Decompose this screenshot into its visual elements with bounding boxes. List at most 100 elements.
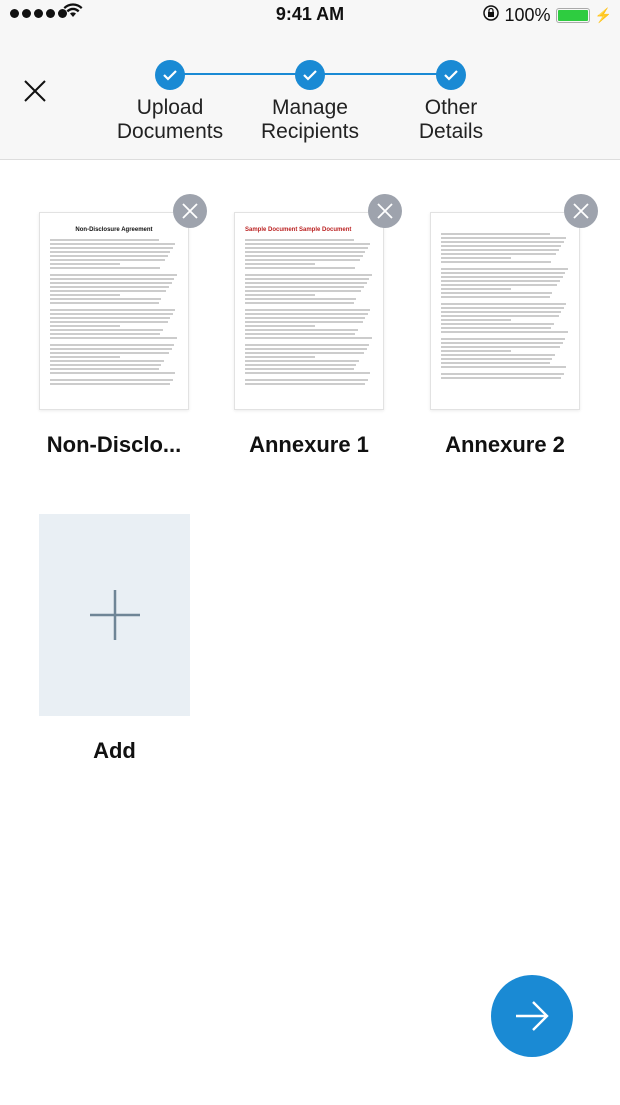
thumbnail-text-line [245,259,361,261]
step-manage-recipients[interactable]: Manage Recipients [240,60,380,144]
thumbnail-text-line [441,249,559,251]
thumbnail-text-line [245,352,365,354]
thumbnail-text-line [50,259,166,261]
thumbnail-text-line [50,313,173,315]
thumbnail-text-line [245,263,316,265]
thumbnail-text-line [441,315,559,317]
step-upload-documents[interactable]: Upload Documents [100,60,240,144]
thumbnail-text-line [50,239,159,241]
thumbnail-text-line [245,344,370,346]
thumbnail-text-line [245,329,358,331]
thumbnail-text-line [50,302,159,304]
thumbnail-text-line [245,282,367,284]
thumbnail-text-line [245,356,316,358]
rotation-lock-icon [482,4,500,27]
thumbnail-text-line [50,379,173,381]
thumbnail-text-line [50,329,163,331]
thumbnail-text-line [50,247,173,249]
thumbnail-text-line [245,247,368,249]
thumbnail-text-line [441,346,561,348]
document-thumbnail[interactable] [430,212,580,410]
thumbnail-text-line [245,348,367,350]
remove-document-button[interactable] [173,194,207,228]
thumbnail-text-line [245,364,357,366]
document-name: Annexure 2 [445,432,565,457]
thumbnail-text-line [50,278,175,280]
step-label: Details [418,120,484,143]
document-name: Non-Disclo... [46,432,182,457]
document-item[interactable]: Annexure 2 [430,194,598,458]
thumbnail-text-line [50,309,176,311]
thumbnail-text-line [245,294,316,296]
thumbnail-text-line [50,368,159,370]
document-item[interactable]: Sample Document Sample Document Annexure… [234,194,402,458]
thumbnail-text-line [50,344,175,346]
thumbnail-text-line [441,307,564,309]
arrow-right-icon [516,1001,549,1031]
thumbnail-text-line [245,309,371,311]
thumbnail-text-line [245,298,357,300]
thumbnail-text-line [441,245,562,247]
thumbnail-text-line [441,268,568,270]
thumbnail-text-line [245,278,370,280]
battery-percent: 100% [504,5,551,25]
close-icon [24,80,46,102]
thumbnail-text-line [50,317,171,319]
thumbnail-text-line [50,255,168,257]
thumbnail-text-line [441,284,558,286]
thumbnail-text-line [50,290,167,292]
thumbnail-text-line [50,251,171,253]
thumbnail-text-line [441,327,552,329]
thumbnail-text-line [441,241,564,243]
thumbnail-title: Sample Document Sample Document [245,227,352,233]
step-label: Manage [272,96,348,119]
charging-icon: ⚡ [594,7,612,23]
thumbnail-text-line [50,321,168,323]
thumbnail-text-line [245,372,371,374]
thumbnail-text-line [245,274,372,276]
thumbnail-text-line [245,321,363,323]
thumbnail-text-line [245,360,359,362]
thumbnail-text-line [441,338,566,340]
thumbnail-text-line [245,383,366,385]
thumbnail-text-line [245,325,316,327]
thumbnail-text-line [50,298,162,300]
status-bar: 9:41 AM 100% ⚡ [0,0,620,28]
thumbnail-text-line [50,333,161,335]
add-document-button[interactable] [39,514,190,716]
document-item[interactable]: Non-Disclosure Agreement Non-Disclo... [39,194,207,458]
thumbnail-text-line [50,325,121,327]
check-icon [155,60,185,90]
close-icon [182,203,198,219]
thumbnail-text-line [245,251,366,253]
step-label: Upload [136,96,204,119]
thumbnail-text-line [50,282,172,284]
thumbnail-text-line [50,352,170,354]
next-button[interactable] [491,975,573,1057]
thumbnail-text-line [245,337,372,339]
thumbnail-text-line [441,323,554,325]
document-thumbnail[interactable]: Sample Document Sample Document [234,212,384,410]
thumbnail-text-line [245,267,356,269]
thumbnail-text-line [441,303,567,305]
thumbnail-text-line [50,383,171,385]
thumbnail-text-line [245,317,366,319]
remove-document-button[interactable] [564,194,598,228]
close-button[interactable] [20,76,50,106]
thumbnail-text-line [245,286,365,288]
thumbnail-text-line [50,364,162,366]
thumbnail-text-line [441,288,512,290]
step-other-details[interactable]: Other Details [381,60,521,144]
thumbnail-text-line [245,379,368,381]
remove-document-button[interactable] [368,194,402,228]
thumbnail-text-line [441,233,550,235]
thumbnail-text-line [441,261,552,263]
thumbnail-text-line [441,311,562,313]
thumbnail-text-line [441,253,557,255]
thumbnail-text-line [441,358,553,360]
thumbnail-text-line [441,237,567,239]
thumbnail-text-line [441,373,564,375]
thumbnail-text-line [50,372,176,374]
add-label: Add [93,738,136,763]
document-thumbnail[interactable]: Non-Disclosure Agreement [39,212,189,410]
